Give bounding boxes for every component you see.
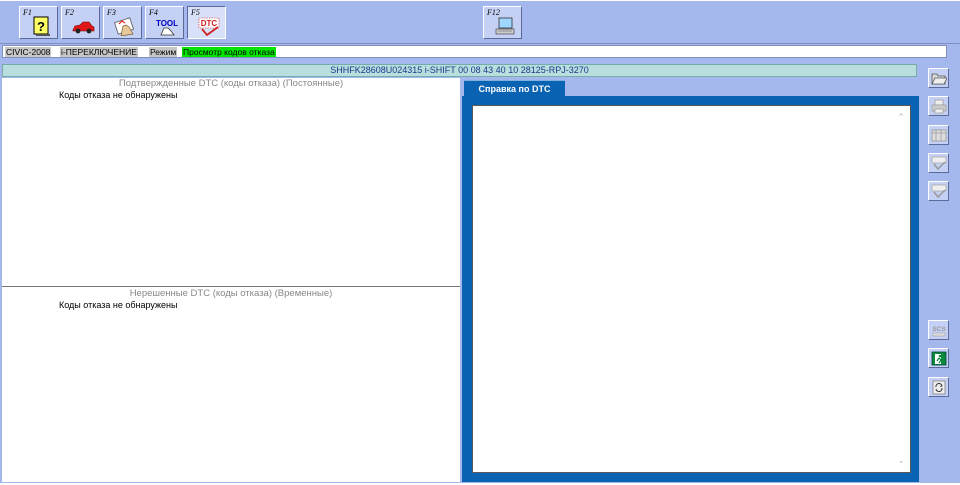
dtc-icon: DTC (198, 17, 220, 36)
model-label: CIVIC-2008 (5, 47, 52, 57)
dtc-help-panel: Справка по DTC ⌃ ⌄ (462, 78, 919, 482)
f12-computer-button[interactable]: F12 (483, 6, 522, 39)
function-key-toolbar: F1 ? F2 F3 F4 TOOL F5 DTC F12 (0, 0, 960, 44)
scs-button[interactable]: SCS (928, 320, 949, 340)
exit-icon (931, 351, 947, 366)
computer-icon (495, 17, 515, 35)
svg-text:?: ? (37, 19, 45, 34)
refresh-icon (932, 380, 946, 395)
scs-check-icon (931, 156, 947, 171)
scs-icon: SCS (932, 326, 946, 337)
vehicle-info-bar: CIVIC-2008 i-ПЕРЕКЛЮЧЕНИЕ Режим Просмотр… (2, 45, 947, 58)
svg-text:SCS: SCS (932, 326, 946, 333)
mode-value: Просмотр кодов отказа (182, 47, 276, 57)
car-icon (72, 21, 95, 34)
print-icon (931, 99, 947, 114)
refresh-button[interactable] (928, 377, 949, 397)
dtc-check-button[interactable] (928, 181, 949, 201)
tool-icon: TOOL (156, 19, 178, 36)
confirmed-dtc-panel: Подтвержденные DTC (коды отказа) (Постоя… (2, 78, 460, 287)
dtc-check-icon (931, 184, 947, 199)
system-label: i-ПЕРЕКЛЮЧЕНИЕ (60, 47, 138, 57)
scs-check-button[interactable] (928, 153, 949, 173)
hand-icon (114, 17, 134, 36)
confirmed-dtc-title: Подтвержденные DTC (коды отказа) (Постоя… (118, 78, 344, 89)
svg-text:DTC: DTC (201, 19, 218, 28)
svg-text:TOOL: TOOL (156, 19, 178, 28)
vin-bar: SHHFK28608U024315 i-SHIFT 00 08 43 40 10… (2, 64, 917, 77)
pending-dtc-panel: Нерешенные DTC (коды отказа) (Временные)… (2, 288, 460, 482)
help-text-area[interactable]: ⌃ ⌄ (472, 105, 911, 473)
mode-label: Режим (149, 47, 178, 57)
f2-vehicle-button[interactable]: F2 (61, 6, 100, 39)
open-folder-icon (931, 73, 947, 85)
table-button[interactable] (928, 125, 949, 145)
f3-hand-button[interactable]: F3 (103, 6, 142, 39)
print-button[interactable] (928, 96, 949, 116)
f4-tool-button[interactable]: F4 TOOL (145, 6, 184, 39)
tab-dtc-help[interactable]: Справка по DTC (464, 80, 565, 97)
f5-dtc-button[interactable]: F5 DTC (187, 6, 226, 39)
open-folder-button[interactable] (928, 68, 949, 88)
pending-dtc-message: Коды отказа не обнаружены (59, 300, 178, 310)
help-frame: ⌃ ⌄ (462, 96, 919, 482)
scroll-up-icon[interactable]: ⌃ (897, 112, 905, 123)
help-icon: ? (33, 16, 50, 36)
dtc-list-area: Подтвержденные DTC (коды отказа) (Постоя… (2, 78, 460, 482)
table-icon (931, 129, 947, 142)
pending-dtc-title: Нерешенные DTC (коды отказа) (Временные) (129, 288, 333, 299)
exit-button[interactable] (928, 348, 949, 368)
scroll-down-icon[interactable]: ⌄ (897, 455, 905, 466)
confirmed-dtc-message: Коды отказа не обнаружены (59, 90, 178, 100)
f1-help-button[interactable]: F1 ? (19, 6, 58, 39)
